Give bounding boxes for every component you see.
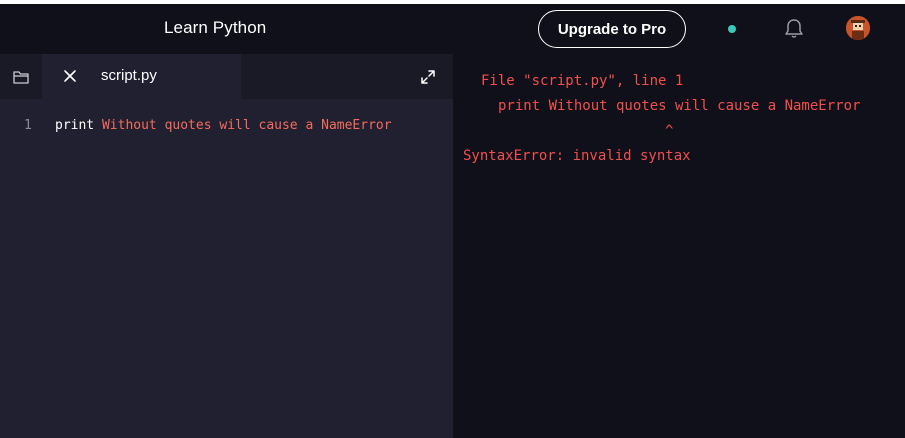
folder-icon[interactable]: [0, 54, 42, 99]
traceback-code-line: print Without quotes will cause a NameEr…: [498, 98, 861, 114]
top-bar: Learn Python Upgrade to Pro: [0, 4, 905, 54]
expand-icon[interactable]: [420, 69, 436, 85]
line-number: 1: [24, 118, 32, 133]
code-keyword: print: [55, 118, 95, 133]
app-title: Learn Python: [164, 18, 267, 37]
traceback-caret: ^: [665, 123, 674, 139]
close-icon[interactable]: [62, 68, 78, 84]
code-line[interactable]: print Without quotes will cause a NameEr…: [55, 118, 392, 133]
error-message: SyntaxError: invalid syntax: [463, 148, 691, 164]
code-text-area[interactable]: 1 print Without quotes will cause a Name…: [0, 99, 453, 438]
notifications-bell-icon[interactable]: [784, 18, 804, 40]
tab-script-py[interactable]: script.py: [42, 54, 241, 99]
upgrade-to-pro-button[interactable]: Upgrade to Pro: [538, 10, 686, 48]
code-editor-pane: script.py 1 print Without quotes will ca…: [0, 54, 453, 438]
output-console: File "script.py", line 1 print Without q…: [453, 54, 905, 438]
tab-label[interactable]: script.py: [101, 67, 157, 84]
online-status-icon: [728, 25, 736, 33]
code-argument: Without quotes will cause a NameError: [94, 118, 392, 133]
app-window: Learn Python Upgrade to Pro script.py 1 …: [0, 4, 905, 438]
traceback-file-line: File "script.py", line 1: [481, 73, 684, 89]
editor-tab-bar: script.py: [0, 54, 453, 99]
user-avatar[interactable]: [846, 16, 870, 40]
